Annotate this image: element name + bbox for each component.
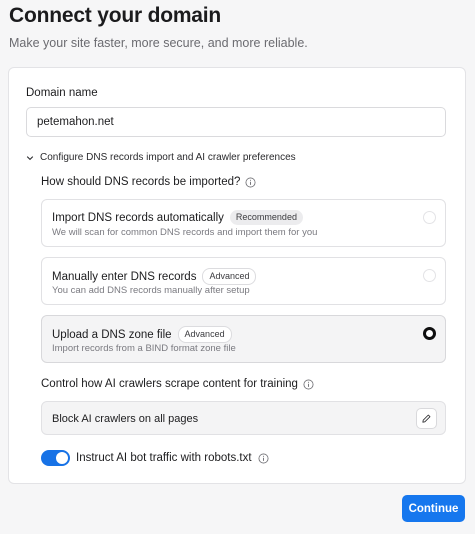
dns-option-zone-file[interactable]: Upload a DNS zone file Advanced Import r… xyxy=(41,315,446,363)
ai-crawler-question-text: Control how AI crawlers scrape content f… xyxy=(41,378,298,390)
edit-button[interactable] xyxy=(416,408,437,429)
robots-txt-row: Instruct AI bot traffic with robots.txt xyxy=(41,450,269,466)
dns-option-title-row: Manually enter DNS records Advanced xyxy=(52,268,257,285)
domain-name-input[interactable] xyxy=(26,107,446,137)
pencil-icon xyxy=(422,414,431,423)
ai-crawler-question: Control how AI crawlers scrape content f… xyxy=(41,378,314,390)
info-icon[interactable] xyxy=(258,453,269,464)
dns-option-title-row: Upload a DNS zone file Advanced xyxy=(52,326,232,343)
dns-option-description: You can add DNS records manually after s… xyxy=(52,285,250,296)
robots-txt-toggle[interactable] xyxy=(41,450,70,466)
dns-import-question-text: How should DNS records be imported? xyxy=(41,176,241,188)
toggle-knob xyxy=(56,452,68,464)
recommended-badge: Recommended xyxy=(229,210,303,225)
dns-option-description: We will scan for common DNS records and … xyxy=(52,227,318,238)
dns-option-radio-selected[interactable] xyxy=(423,327,436,340)
dns-option-title: Manually enter DNS records xyxy=(52,270,197,283)
config-preferences-label: Configure DNS records import and AI craw… xyxy=(40,152,296,163)
advanced-badge: Advanced xyxy=(202,268,257,285)
dns-option-radio[interactable] xyxy=(423,269,436,282)
info-icon[interactable] xyxy=(303,379,314,390)
robots-txt-label: Instruct AI bot traffic with robots.txt xyxy=(76,452,252,464)
dns-option-title-row: Import DNS records automatically Recomme… xyxy=(52,210,303,225)
continue-button[interactable]: Continue xyxy=(402,495,465,522)
dns-option-title: Upload a DNS zone file xyxy=(52,328,172,341)
domain-name-label: Domain name xyxy=(26,87,98,99)
info-icon[interactable] xyxy=(245,177,256,188)
page-subtitle: Make your site faster, more secure, and … xyxy=(9,36,308,50)
dns-option-manual[interactable]: Manually enter DNS records Advanced You … xyxy=(41,257,446,305)
advanced-badge: Advanced xyxy=(177,326,232,343)
dns-option-title: Import DNS records automatically xyxy=(52,211,224,224)
dns-option-radio[interactable] xyxy=(423,211,436,224)
chevron-down-icon xyxy=(26,155,34,160)
ai-crawler-setting: Block AI crawlers on all pages xyxy=(41,401,446,435)
ai-crawler-selection: Block AI crawlers on all pages xyxy=(52,413,199,425)
dns-option-auto-import[interactable]: Import DNS records automatically Recomme… xyxy=(41,199,446,247)
dns-option-description: Import records from a BIND format zone f… xyxy=(52,343,236,354)
page-title: Connect your domain xyxy=(9,4,222,27)
domain-setup-card: Domain name Configure DNS records import… xyxy=(8,67,466,484)
config-preferences-toggle[interactable]: Configure DNS records import and AI craw… xyxy=(26,152,296,163)
dns-import-question: How should DNS records be imported? xyxy=(41,176,256,188)
